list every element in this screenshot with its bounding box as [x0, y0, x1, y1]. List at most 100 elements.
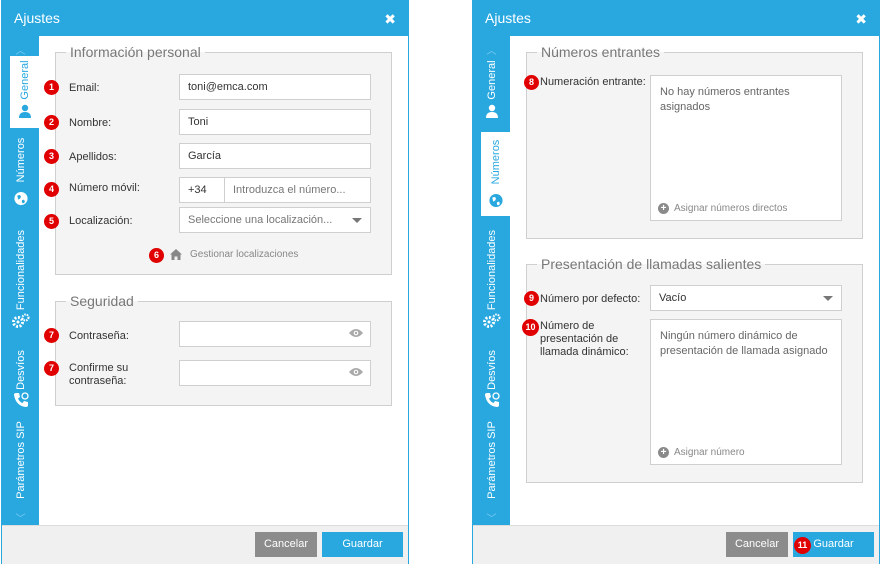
phone-forward-icon — [13, 392, 29, 407]
country-code-input[interactable]: +34 — [179, 177, 225, 203]
numero-defecto-label: Número por defecto: — [540, 293, 641, 305]
scroll-up-chevron-icon[interactable]: ︿ — [473, 42, 510, 57]
email-label: Email: — [69, 82, 100, 94]
default-number-select-value: Vacío — [659, 292, 687, 304]
assign-direct-numbers-label: Asignar números directos — [674, 203, 788, 214]
tab-funcionalidades-label: Funcionalidades — [485, 229, 498, 311]
close-icon[interactable]: ✖ — [384, 11, 396, 28]
save-button[interactable]: Guardar — [322, 532, 403, 557]
general-tab-content: Información personal 1 Email: toni@emca.… — [39, 36, 408, 525]
vertical-tab-bar: ︿ General Números Funcionalidades Desvío… — [473, 36, 511, 525]
numero-dinamico-label: Número de presentación de llamada dinámi… — [540, 320, 629, 358]
email-input[interactable]: toni@emca.com — [179, 74, 371, 100]
annotation-badge: 4 — [44, 182, 59, 197]
personal-info-legend: Información personal — [70, 44, 201, 60]
tab-funcionalidades[interactable]: Funcionalidades — [473, 220, 510, 334]
security-legend: Seguridad — [70, 293, 134, 309]
assign-number-label: Asignar número — [674, 447, 745, 458]
assign-number-link[interactable]: + Asignar número — [658, 446, 745, 458]
contrasena-label: Contraseña: — [69, 330, 129, 342]
localizacion-select[interactable]: Seleccione una localización... — [179, 207, 371, 233]
globe-icon — [13, 191, 28, 206]
annotation-badge: 9 — [524, 291, 539, 306]
scroll-up-chevron-icon[interactable]: ︿ — [2, 42, 39, 57]
settings-dialog-general: Ajustes ✖ ︿ General Números Funcionalida… — [1, 0, 409, 564]
dialog-footer: Cancelar Guardar — [2, 525, 408, 564]
tab-numeros[interactable]: Números — [2, 134, 39, 210]
gears-icon — [482, 313, 500, 328]
user-icon — [485, 104, 498, 118]
chevron-down-icon — [823, 296, 833, 301]
annotation-badge: 11 — [794, 537, 811, 554]
numeracion-entrante-label: Numeración entrante: — [540, 76, 646, 88]
tab-parametros-sip[interactable]: Parámetros SIP — [473, 420, 510, 505]
apellidos-input[interactable]: García — [179, 143, 371, 169]
tab-funcionalidades[interactable]: Funcionalidades — [2, 216, 39, 334]
scroll-down-chevron-icon[interactable]: ﹀ — [473, 510, 510, 525]
tab-desvios-label: Desvíos — [485, 350, 498, 390]
tab-funcionalidades-label: Funcionalidades — [14, 229, 27, 311]
scroll-down-chevron-icon[interactable]: ﹀ — [2, 510, 39, 525]
eye-icon[interactable] — [349, 328, 363, 338]
tab-parametros-sip[interactable]: Parámetros SIP — [2, 420, 39, 505]
nombre-input[interactable]: Toni — [179, 109, 371, 135]
security-group: Seguridad — [55, 293, 392, 406]
globe-icon — [489, 193, 503, 208]
tab-parametros-sip-label: Parámetros SIP — [485, 421, 498, 499]
incoming-numbers-list: No hay números entrantes asignados + Asig… — [650, 75, 842, 221]
confirm-password-input[interactable] — [179, 360, 371, 386]
gears-icon — [11, 313, 29, 328]
tab-general[interactable]: General — [10, 56, 40, 128]
dialog-titlebar: Ajustes ✖ — [473, 1, 879, 36]
dialog-title: Ajustes — [485, 10, 531, 26]
incoming-numbers-legend: Números entrantes — [541, 44, 661, 60]
dynamic-numbers-list: Ningún número dinámico de presentación d… — [650, 319, 842, 465]
apellidos-label: Apellidos: — [69, 151, 117, 163]
plus-circle-icon: + — [658, 446, 669, 458]
assign-direct-numbers-link[interactable]: + Asignar números directos — [658, 202, 788, 214]
user-icon — [19, 104, 31, 118]
chevron-down-icon — [352, 218, 362, 223]
password-input[interactable] — [179, 321, 371, 347]
annotation-badge: 10 — [522, 319, 539, 336]
annotation-badge: 3 — [44, 149, 59, 164]
confirme-label: Confirme su contraseña: — [69, 362, 129, 387]
phone-forward-icon — [484, 392, 500, 407]
tab-numeros[interactable]: Números — [481, 132, 511, 216]
cancel-button[interactable]: Cancelar — [726, 532, 788, 557]
home-icon — [170, 249, 182, 260]
annotation-badge: 7 — [44, 328, 59, 343]
tab-numeros-label: Números — [490, 139, 502, 185]
annotation-badge: 1 — [44, 80, 59, 95]
outgoing-presentation-legend: Presentación de llamadas salientes — [541, 256, 762, 272]
incoming-numbers-empty-text: No hay números entrantes asignados — [660, 86, 790, 113]
plus-circle-icon: + — [658, 202, 669, 214]
numeros-tab-content: Números entrantes 8 Numeración entrante:… — [510, 36, 879, 525]
tab-general[interactable]: General — [473, 56, 510, 128]
nombre-label: Nombre: — [69, 117, 112, 129]
tab-general-label: General — [19, 60, 31, 100]
vertical-tab-bar: ︿ General Números Funcionalidades Desvío… — [2, 36, 40, 525]
tab-desvios-label: Desvíos — [14, 350, 27, 390]
eye-icon[interactable] — [349, 367, 363, 377]
dialog-title: Ajustes — [14, 10, 60, 26]
tab-parametros-sip-label: Parámetros SIP — [14, 421, 27, 499]
annotation-badge: 5 — [44, 214, 59, 229]
dynamic-numbers-empty-text: Ningún número dinámico de presentación d… — [660, 330, 828, 357]
close-icon[interactable]: ✖ — [855, 11, 867, 28]
default-number-select[interactable]: Vacío — [650, 285, 842, 311]
annotation-badge: 6 — [149, 248, 164, 263]
tab-desvios[interactable]: Desvíos — [2, 342, 39, 414]
mobile-number-input[interactable]: Introduzca el número... — [224, 177, 371, 203]
localizacion-label: Localización: — [69, 215, 133, 227]
tab-desvios[interactable]: Desvíos — [473, 342, 510, 414]
gestionar-localizaciones-link[interactable]: Gestionar localizaciones — [190, 249, 298, 260]
localizacion-select-value: Seleccione una localización... — [188, 214, 333, 226]
annotation-badge: 2 — [44, 115, 59, 130]
settings-dialog-numeros: Ajustes ✖ ︿ General Números Funcionalida… — [472, 0, 880, 564]
annotation-badge: 8 — [524, 75, 539, 90]
dialog-footer: Cancelar Guardar 11 — [473, 525, 879, 564]
annotation-badge: 7 — [44, 361, 59, 376]
cancel-button[interactable]: Cancelar — [255, 532, 317, 557]
dialog-titlebar: Ajustes ✖ — [2, 1, 408, 36]
